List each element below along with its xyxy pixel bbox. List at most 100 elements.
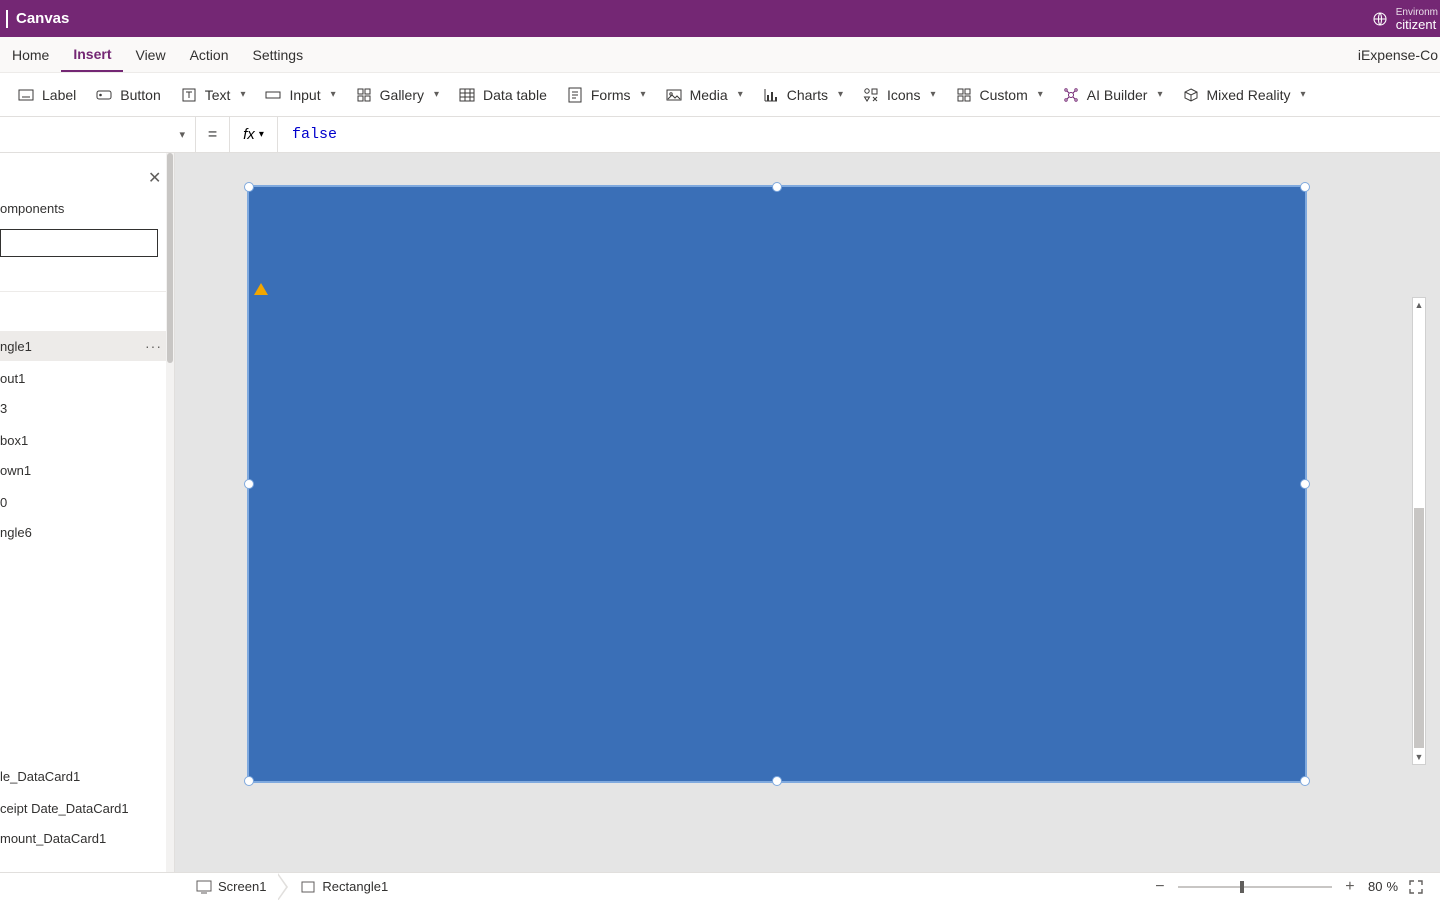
zoom-percent: 80 % — [1368, 879, 1398, 894]
zoom-slider[interactable] — [1178, 886, 1332, 888]
resize-handle-ml[interactable] — [244, 479, 254, 489]
insert-datatable-button[interactable]: Data table — [457, 83, 549, 107]
icons-icon — [863, 87, 879, 103]
environment-name: citizent — [1396, 19, 1438, 31]
chevron-down-icon: ▾ — [1301, 89, 1306, 100]
insert-aibuilder-button[interactable]: AI Builder ▾ — [1061, 83, 1165, 107]
zoom-value: 80 — [1368, 879, 1382, 894]
screen-icon — [196, 879, 212, 895]
panel-tab-components[interactable]: omponents — [0, 201, 64, 216]
insert-charts-button[interactable]: Charts ▾ — [761, 83, 845, 107]
tree-item[interactable]: ngle6 — [0, 517, 174, 547]
fit-to-screen-button[interactable] — [1408, 879, 1424, 895]
menu-home[interactable]: Home — [0, 37, 61, 72]
scroll-down-icon[interactable]: ▼ — [1413, 750, 1425, 764]
insert-icons-text: Icons — [887, 87, 920, 103]
resize-handle-bc[interactable] — [772, 776, 782, 786]
tree-item-label: mount_DataCard1 — [0, 831, 106, 846]
resize-handle-mr[interactable] — [1300, 479, 1310, 489]
tree-item-label: 3 — [0, 401, 7, 416]
breadcrumb-separator — [278, 873, 288, 900]
zoom-slider-handle[interactable] — [1240, 881, 1244, 893]
tree-item[interactable]: ngle1 ··· — [0, 331, 174, 361]
insert-media-button[interactable]: Media ▾ — [664, 83, 745, 107]
fx-button[interactable]: fx ▾ — [230, 117, 278, 152]
environment-block: Environm citizent — [1396, 7, 1438, 31]
insert-custom-button[interactable]: Custom ▾ — [954, 83, 1045, 107]
mixed-reality-icon — [1183, 87, 1199, 103]
insert-label-text: Label — [42, 87, 76, 103]
status-bar: Screen1 Rectangle1 − + 80 % — [0, 872, 1440, 900]
app-name-label: iExpense-Co — [1358, 37, 1438, 73]
breadcrumb-selected[interactable]: Rectangle1 — [290, 873, 398, 900]
chevron-down-icon: ▾ — [179, 128, 185, 141]
chevron-down-icon: ▾ — [331, 89, 336, 100]
insert-label-button[interactable]: Label — [16, 83, 78, 107]
formula-bar: ▾ = fx ▾ false — [0, 117, 1440, 153]
resize-handle-tr[interactable] — [1300, 182, 1310, 192]
tree-item[interactable]: 3 — [0, 393, 174, 423]
chevron-down-icon: ▾ — [738, 89, 743, 100]
menu-settings[interactable]: Settings — [241, 37, 316, 72]
close-panel-button[interactable]: ✕ — [148, 171, 164, 187]
insert-forms-button[interactable]: Forms ▾ — [565, 83, 648, 107]
insert-input-button[interactable]: Input ▾ — [263, 83, 337, 107]
resize-handle-br[interactable] — [1300, 776, 1310, 786]
zoom-in-button[interactable]: + — [1342, 878, 1358, 896]
menu-action[interactable]: Action — [178, 37, 241, 72]
insert-mixedreality-button[interactable]: Mixed Reality ▾ — [1181, 83, 1308, 107]
tree-item[interactable]: out1 — [0, 363, 174, 393]
resize-handle-bl[interactable] — [244, 776, 254, 786]
insert-text-text: Text — [205, 87, 231, 103]
property-selector[interactable]: ▾ — [0, 117, 196, 152]
tree-item-label: ngle6 — [0, 525, 32, 540]
tree-item[interactable]: box1 — [0, 425, 174, 455]
custom-icon — [956, 87, 972, 103]
status-right: − + 80 % — [1152, 878, 1440, 896]
breadcrumb-screen-label: Screen1 — [218, 879, 266, 894]
more-icon[interactable]: ··· — [145, 338, 162, 354]
chevron-down-icon: ▾ — [259, 129, 264, 140]
label-icon — [18, 87, 34, 103]
resize-handle-tc[interactable] — [772, 182, 782, 192]
warning-icon[interactable] — [254, 283, 268, 295]
tree-item[interactable]: 0 — [0, 487, 174, 517]
main-area: ✕ omponents ngle1 ··· out1 3 box1 own1 0… — [0, 153, 1440, 872]
input-icon — [265, 87, 281, 103]
resize-handle-tl[interactable] — [244, 182, 254, 192]
insert-gallery-button[interactable]: Gallery ▾ — [354, 83, 441, 107]
environment-icon — [1372, 11, 1388, 27]
insert-icons-button[interactable]: Icons ▾ — [861, 83, 938, 107]
insert-forms-text: Forms — [591, 87, 631, 103]
chevron-down-icon: ▾ — [930, 89, 935, 100]
media-icon — [666, 87, 682, 103]
tree-item[interactable]: mount_DataCard1 — [0, 823, 174, 853]
canvas-workspace[interactable]: ▲ ▼ — [175, 153, 1440, 872]
menu-view[interactable]: View — [123, 37, 177, 72]
insert-media-text: Media — [690, 87, 728, 103]
tree-search-input[interactable] — [0, 229, 158, 257]
chevron-down-icon: ▾ — [1038, 89, 1043, 100]
scrollbar-thumb[interactable] — [1414, 508, 1424, 748]
environment-picker[interactable]: Environm citizent — [1372, 0, 1440, 37]
formula-input[interactable]: false — [278, 117, 1440, 152]
breadcrumb-screen[interactable]: Screen1 — [186, 873, 276, 900]
scrollbar-thumb[interactable] — [167, 153, 173, 363]
tree-item[interactable]: le_DataCard1 — [0, 761, 174, 791]
tree-item-label: ceipt Date_DataCard1 — [0, 801, 129, 816]
tree-scrollbar[interactable] — [166, 153, 174, 872]
insert-button-button[interactable]: Button — [94, 83, 162, 107]
zoom-unit: % — [1386, 879, 1398, 894]
tree-item[interactable]: ceipt Date_DataCard1 — [0, 793, 174, 823]
chevron-down-icon: ▾ — [240, 89, 245, 100]
scroll-up-icon[interactable]: ▲ — [1413, 298, 1425, 312]
menu-insert[interactable]: Insert — [61, 37, 123, 72]
insert-gallery-text: Gallery — [380, 87, 424, 103]
tree-item[interactable]: own1 — [0, 455, 174, 485]
artboard-scrollbar[interactable]: ▲ ▼ — [1412, 297, 1426, 765]
zoom-out-button[interactable]: − — [1152, 878, 1168, 896]
text-icon — [181, 87, 197, 103]
selected-rectangle[interactable] — [249, 187, 1305, 781]
insert-text-button[interactable]: Text ▾ — [179, 83, 248, 107]
tree-item-label: le_DataCard1 — [0, 769, 80, 784]
